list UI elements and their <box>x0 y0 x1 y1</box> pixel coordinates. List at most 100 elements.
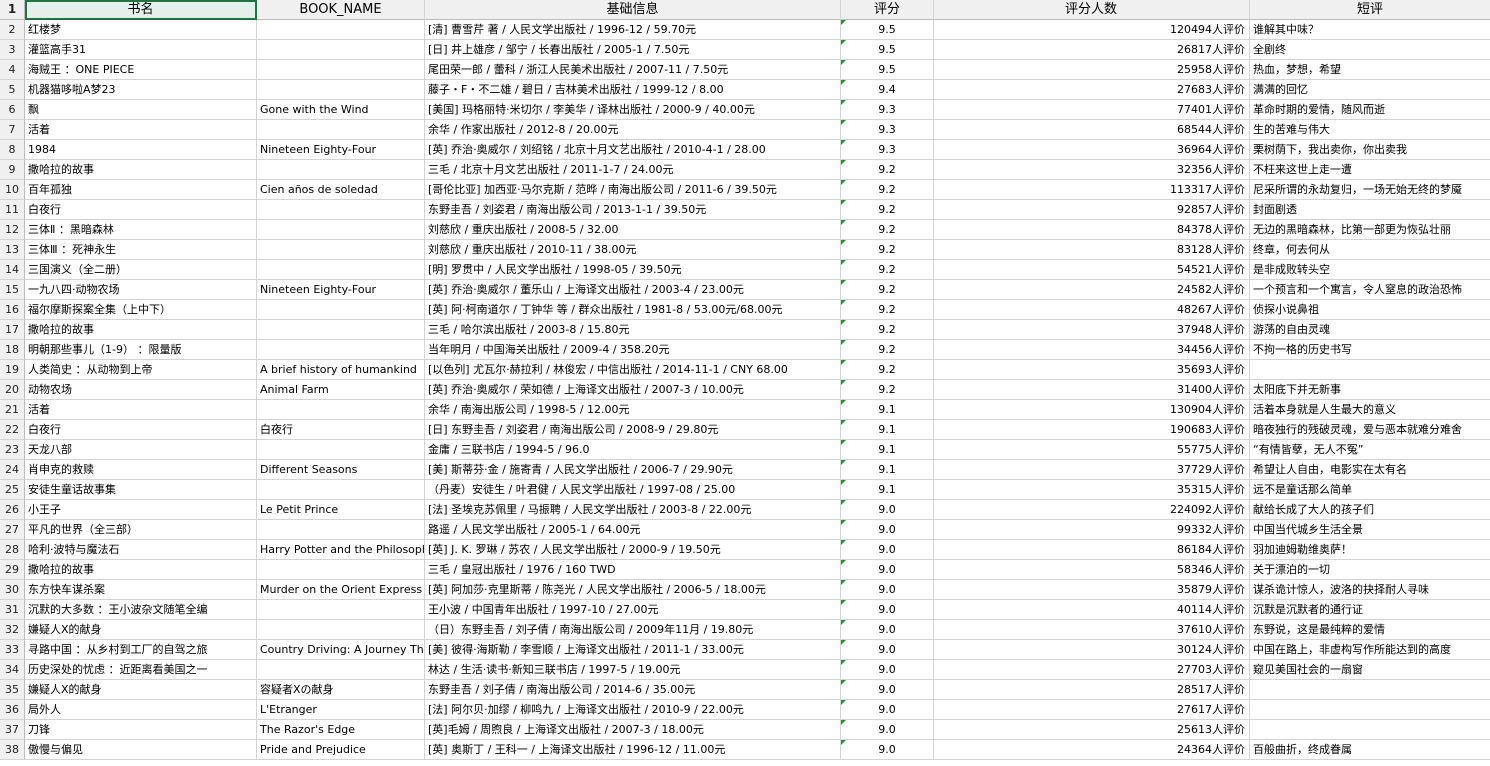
cell-score[interactable]: 9.1 <box>841 420 934 440</box>
row-number[interactable]: 29 <box>0 560 25 580</box>
cell-title[interactable]: 明朝那些事儿（1-9） ：限量版 <box>25 340 257 360</box>
cell-review[interactable]: 不枉来这世上走一遭 <box>1250 160 1490 180</box>
cell-info[interactable]: 东野圭吾 / 刘姿君 / 南海出版公司 / 2013-1-1 / 39.50元 <box>425 200 841 220</box>
cell-score[interactable]: 9.0 <box>841 600 934 620</box>
cell-score[interactable]: 9.2 <box>841 340 934 360</box>
row-number[interactable]: 35 <box>0 680 25 700</box>
row-number[interactable]: 38 <box>0 740 25 760</box>
cell-review[interactable]: 全剧终 <box>1250 40 1490 60</box>
row-number[interactable]: 36 <box>0 700 25 720</box>
cell-review[interactable]: 尼采所谓的永劫复归，一场无始无终的梦魇 <box>1250 180 1490 200</box>
cell-book-name[interactable] <box>257 620 425 640</box>
cell-ratings[interactable]: 86184人评价 <box>934 540 1250 560</box>
cell-ratings[interactable]: 26817人评价 <box>934 40 1250 60</box>
cell-title[interactable]: 一九八四·动物农场 <box>25 280 257 300</box>
cell-book-name[interactable] <box>257 520 425 540</box>
cell-title[interactable]: 三体Ⅱ ：黑暗森林 <box>25 220 257 240</box>
cell-info[interactable]: [英] 乔治·奥威尔 / 董乐山 / 上海译文出版社 / 2003-4 / 23… <box>425 280 841 300</box>
cell-score[interactable]: 9.0 <box>841 620 934 640</box>
cell-title[interactable]: 历史深处的忧虑 ：近距离看美国之一 <box>25 660 257 680</box>
row-number[interactable]: 27 <box>0 520 25 540</box>
cell-score[interactable]: 9.5 <box>841 60 934 80</box>
cell-book-name[interactable] <box>257 220 425 240</box>
cell-book-name[interactable] <box>257 600 425 620</box>
cell-title[interactable]: 沉默的大多数 ：王小波杂文随笔全编 <box>25 600 257 620</box>
cell-score[interactable]: 9.2 <box>841 320 934 340</box>
column-header-title[interactable]: 书名 <box>25 0 257 20</box>
cell-title[interactable]: 嫌疑人X的献身 <box>25 680 257 700</box>
cell-book-name[interactable]: Pride and Prejudice <box>257 740 425 760</box>
cell-review[interactable]: 远不是童话那么简单 <box>1250 480 1490 500</box>
cell-ratings[interactable]: 34456人评价 <box>934 340 1250 360</box>
cell-ratings[interactable]: 77401人评价 <box>934 100 1250 120</box>
cell-score[interactable]: 9.3 <box>841 140 934 160</box>
cell-score[interactable]: 9.0 <box>841 500 934 520</box>
cell-ratings[interactable]: 30124人评价 <box>934 640 1250 660</box>
cell-review[interactable]: 沉默是沉默者的通行证 <box>1250 600 1490 620</box>
cell-ratings[interactable]: 27617人评价 <box>934 700 1250 720</box>
cell-ratings[interactable]: 37729人评价 <box>934 460 1250 480</box>
column-header-info[interactable]: 基础信息 <box>425 0 841 20</box>
cell-book-name[interactable]: Nineteen Eighty-Four <box>257 280 425 300</box>
cell-score[interactable]: 9.4 <box>841 80 934 100</box>
cell-book-name[interactable] <box>257 120 425 140</box>
cell-title[interactable]: 撒哈拉的故事 <box>25 160 257 180</box>
cell-info[interactable]: [英] 乔治·奥威尔 / 荣如德 / 上海译文出版社 / 2007-3 / 10… <box>425 380 841 400</box>
cell-book-name[interactable] <box>257 240 425 260</box>
row-number[interactable]: 7 <box>0 120 25 140</box>
cell-score[interactable]: 9.5 <box>841 40 934 60</box>
cell-score[interactable]: 9.2 <box>841 160 934 180</box>
cell-score[interactable]: 9.0 <box>841 740 934 760</box>
cell-title[interactable]: 肖申克的救赎 <box>25 460 257 480</box>
column-header-score[interactable]: 评分 <box>841 0 934 20</box>
row-number[interactable]: 17 <box>0 320 25 340</box>
cell-info[interactable]: （日）东野圭吾 / 刘子倩 / 南海出版公司 / 2009年11月 / 19.8… <box>425 620 841 640</box>
cell-info[interactable]: 藤子・F・不二雄 / 碧日 / 吉林美术出版社 / 1999-12 / 8.00 <box>425 80 841 100</box>
cell-info[interactable]: 刘慈欣 / 重庆出版社 / 2010-11 / 38.00元 <box>425 240 841 260</box>
row-number[interactable]: 8 <box>0 140 25 160</box>
cell-info[interactable]: [法] 圣埃克苏佩里 / 马振聘 / 人民文学出版社 / 2003-8 / 22… <box>425 500 841 520</box>
cell-title[interactable]: 撒哈拉的故事 <box>25 320 257 340</box>
cell-title[interactable]: 飘 <box>25 100 257 120</box>
row-number[interactable]: 33 <box>0 640 25 660</box>
cell-title[interactable]: 撒哈拉的故事 <box>25 560 257 580</box>
cell-ratings[interactable]: 31400人评价 <box>934 380 1250 400</box>
cell-review[interactable]: 革命时期的爱情，随风而逝 <box>1250 100 1490 120</box>
cell-ratings[interactable]: 24582人评价 <box>934 280 1250 300</box>
cell-info[interactable]: [英] 奥斯丁 / 王科一 / 上海译文出版社 / 1996-12 / 11.0… <box>425 740 841 760</box>
cell-ratings[interactable]: 68544人评价 <box>934 120 1250 140</box>
cell-score[interactable]: 9.1 <box>841 460 934 480</box>
cell-title[interactable]: 安徒生童话故事集 <box>25 480 257 500</box>
cell-book-name[interactable] <box>257 160 425 180</box>
cell-info[interactable]: 三毛 / 北京十月文艺出版社 / 2011-1-7 / 24.00元 <box>425 160 841 180</box>
cell-review[interactable]: 不拘一格的历史书写 <box>1250 340 1490 360</box>
cell-info[interactable]: [英] 阿·柯南道尔 / 丁钟华 等 / 群众出版社 / 1981-8 / 53… <box>425 300 841 320</box>
cell-score[interactable]: 9.2 <box>841 200 934 220</box>
cell-score[interactable]: 9.0 <box>841 720 934 740</box>
cell-ratings[interactable]: 48267人评价 <box>934 300 1250 320</box>
cell-info[interactable]: [清] 曹雪芹 著 / 人民文学出版社 / 1996-12 / 59.70元 <box>425 20 841 40</box>
cell-title[interactable]: 哈利·波特与魔法石 <box>25 540 257 560</box>
cell-review[interactable]: “有情皆孽，无人不冤” <box>1250 440 1490 460</box>
row-number[interactable]: 2 <box>0 20 25 40</box>
row-number[interactable]: 4 <box>0 60 25 80</box>
cell-book-name[interactable]: Gone with the Wind <box>257 100 425 120</box>
cell-info[interactable]: 三毛 / 哈尔滨出版社 / 2003-8 / 15.80元 <box>425 320 841 340</box>
cell-info[interactable]: 刘慈欣 / 重庆出版社 / 2008-5 / 32.00 <box>425 220 841 240</box>
cell-score[interactable]: 9.0 <box>841 660 934 680</box>
row-number[interactable]: 18 <box>0 340 25 360</box>
cell-title[interactable]: 局外人 <box>25 700 257 720</box>
cell-ratings[interactable]: 37948人评价 <box>934 320 1250 340</box>
cell-ratings[interactable]: 35315人评价 <box>934 480 1250 500</box>
cell-title[interactable]: 天龙八部 <box>25 440 257 460</box>
cell-ratings[interactable]: 224092人评价 <box>934 500 1250 520</box>
cell-review[interactable]: 太阳底下并无新事 <box>1250 380 1490 400</box>
row-number[interactable]: 9 <box>0 160 25 180</box>
cell-info[interactable]: [英] 乔治·奥威尔 / 刘绍铭 / 北京十月文艺出版社 / 2010-4-1 … <box>425 140 841 160</box>
column-header-review[interactable]: 短评 <box>1250 0 1490 20</box>
cell-ratings[interactable]: 37610人评价 <box>934 620 1250 640</box>
row-number[interactable]: 13 <box>0 240 25 260</box>
row-number[interactable]: 32 <box>0 620 25 640</box>
cell-book-name[interactable] <box>257 320 425 340</box>
cell-ratings[interactable]: 32356人评价 <box>934 160 1250 180</box>
